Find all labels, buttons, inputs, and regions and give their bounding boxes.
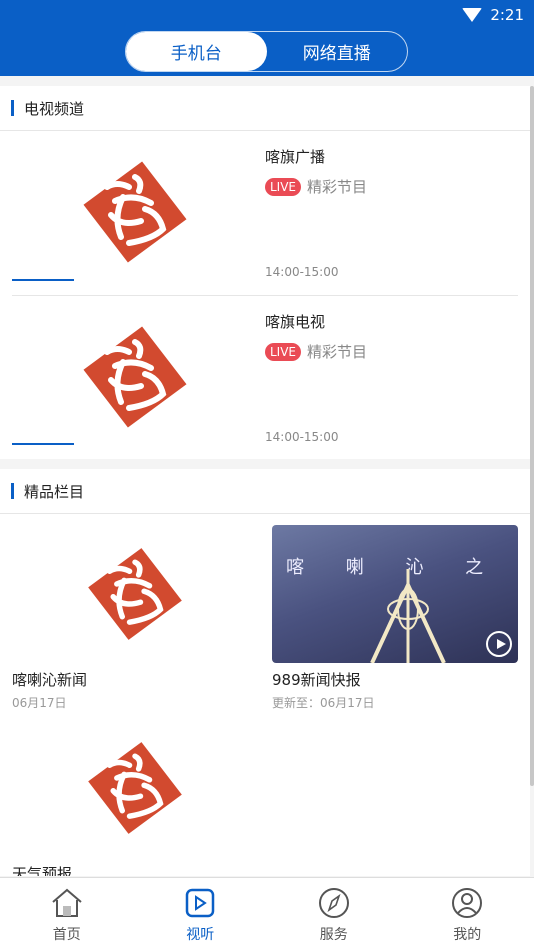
- program-date: 06月17日: [12, 696, 67, 710]
- nav-av[interactable]: 视听: [134, 878, 268, 949]
- program-card[interactable]: 喀 喇 沁 之 声 989新闻快报 更新至：06月17日: [272, 525, 518, 711]
- play-icon[interactable]: [486, 631, 512, 657]
- tab-mobile-station[interactable]: 手机台: [126, 32, 267, 71]
- program-time: 14:00-15:00: [265, 430, 339, 444]
- selected-indicator: [12, 443, 74, 445]
- program-date: 更新至：06月17日: [272, 696, 375, 710]
- wifi-icon: [462, 8, 483, 22]
- nav-service[interactable]: 服务: [267, 878, 401, 949]
- program-title: 989新闻快报: [272, 671, 361, 689]
- live-row: LIVE 精彩节目: [265, 176, 367, 197]
- section-header: 精品栏目: [0, 469, 530, 514]
- section-header: 电视频道: [0, 86, 530, 131]
- station-logo-icon: [88, 742, 182, 834]
- scrollbar[interactable]: [530, 86, 534, 786]
- program-card[interactable]: 喀喇沁新闻 06月17日: [12, 525, 258, 711]
- section-accent: [11, 100, 14, 116]
- program-thumbnail: [12, 719, 258, 857]
- featured-grid: 喀喇沁新闻 06月17日 喀 喇 沁 之 声 989新闻快报 更新至：06月17…: [0, 514, 530, 876]
- status-bar: 2:21: [462, 4, 524, 26]
- station-logo-icon: [75, 322, 195, 432]
- bottom-nav: 首页 视听 服务 我的: [0, 877, 534, 949]
- featured-section: 精品栏目 喀喇沁新闻 06月17日 喀 喇 沁 之 声: [0, 469, 530, 876]
- selected-indicator: [12, 279, 74, 281]
- program-time: 14:00-15:00: [265, 265, 339, 279]
- program-card[interactable]: 天气预报: [12, 719, 258, 876]
- nav-label: 服务: [319, 927, 348, 943]
- section-accent: [11, 483, 14, 499]
- nav-label: 首页: [52, 927, 81, 943]
- program-title: 喀喇沁新闻: [12, 671, 88, 689]
- program-thumbnail: [12, 525, 258, 663]
- status-time: 2:21: [490, 6, 524, 24]
- program-name: 精彩节目: [307, 343, 368, 361]
- user-icon: [452, 888, 483, 918]
- section-title: 精品栏目: [24, 482, 85, 501]
- station-logo-icon: [75, 157, 195, 267]
- channel-name: 喀旗广播: [265, 148, 326, 166]
- section-title: 电视频道: [24, 99, 85, 118]
- home-icon: [52, 888, 82, 917]
- channel-item[interactable]: 喀旗广播 LIVE 精彩节目 14:00-15:00: [0, 131, 530, 295]
- channel-item[interactable]: 喀旗电视 LIVE 精彩节目 14:00-15:00: [12, 295, 518, 459]
- live-row: LIVE 精彩节目: [265, 341, 367, 362]
- app-header: 2:21 手机台 网络直播: [0, 0, 534, 76]
- compass-icon: [318, 888, 349, 918]
- live-badge: LIVE: [265, 342, 302, 361]
- channel-name: 喀旗电视: [265, 313, 326, 331]
- nav-label: 我的: [453, 927, 482, 943]
- nav-profile[interactable]: 我的: [401, 878, 534, 949]
- program-title: 天气预报: [12, 865, 73, 876]
- live-badge: LIVE: [265, 177, 302, 196]
- channel-type-switch: 手机台 网络直播: [125, 31, 408, 72]
- main-content[interactable]: 电视频道 喀旗广播 LIVE 精彩节目 14:00-15:00 喀旗电视 LIV…: [0, 86, 530, 876]
- nav-home[interactable]: 首页: [0, 878, 134, 949]
- play-icon: [186, 888, 215, 918]
- nav-label: 视听: [186, 927, 215, 943]
- section-divider: [0, 459, 530, 469]
- tab-live-stream[interactable]: 网络直播: [267, 32, 408, 71]
- tv-channels-section: 电视频道 喀旗广播 LIVE 精彩节目 14:00-15:00 喀旗电视 LIV…: [0, 86, 530, 459]
- station-logo-icon: [88, 548, 182, 640]
- program-name: 精彩节目: [307, 178, 368, 196]
- program-thumbnail: 喀 喇 沁 之 声: [272, 525, 518, 663]
- thumb-calligraphy: 喀 喇 沁 之 声: [286, 557, 518, 578]
